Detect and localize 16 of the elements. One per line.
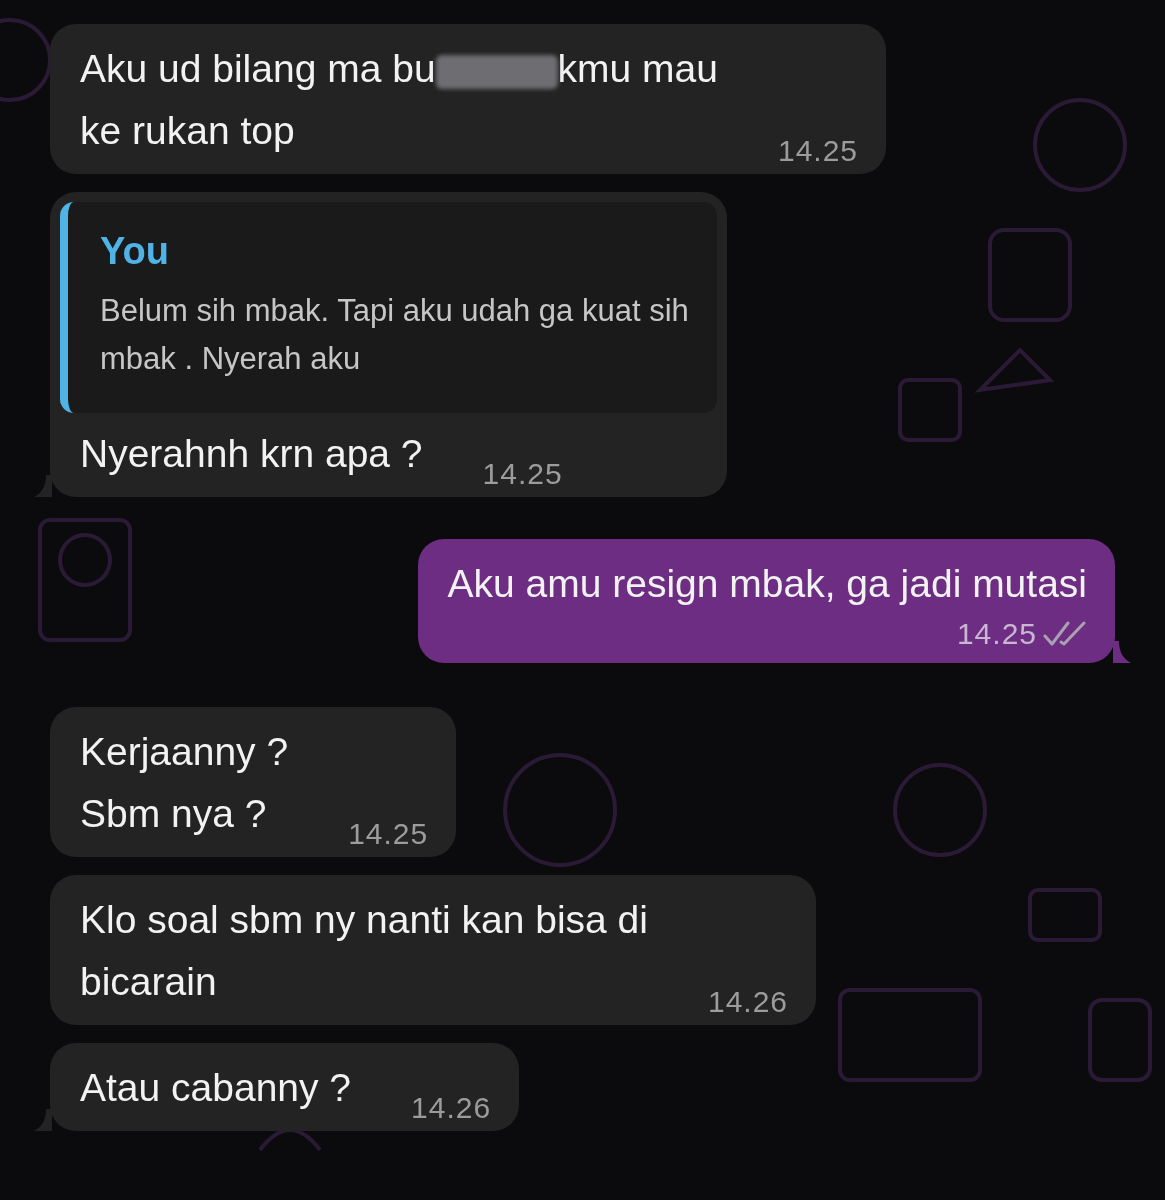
quote-author: You <box>100 230 170 273</box>
message-time: 14.26 <box>411 1091 492 1125</box>
message-text: ke rukan top <box>80 109 295 152</box>
quote-text: Belum sih mbak. Tapi aku udah ga kuat sih mbak . Nyerah aku <box>100 292 689 378</box>
message-text: Aku ud bilang ma bu <box>80 47 436 90</box>
message-time: 14.25 <box>348 817 429 851</box>
message-time: 14.26 <box>708 985 789 1019</box>
message-text: Nyerahnh krn apa ? <box>80 432 423 475</box>
message-text: Klo soal sbm ny nanti kan bisa di bicarain <box>80 898 648 1003</box>
message-time: 14.25 <box>777 134 859 168</box>
message-text: Kerjaanny ? Sbm nya ? <box>80 730 289 835</box>
message-time: 14.25 <box>482 457 563 491</box>
message-text: Aku amu resign mbak, ga jadi mutasi <box>447 562 1087 605</box>
message-text: Atau cabanny ? <box>80 1066 352 1109</box>
message-text: kmu mau <box>557 47 718 90</box>
message-time: 14.25 <box>956 617 1037 651</box>
